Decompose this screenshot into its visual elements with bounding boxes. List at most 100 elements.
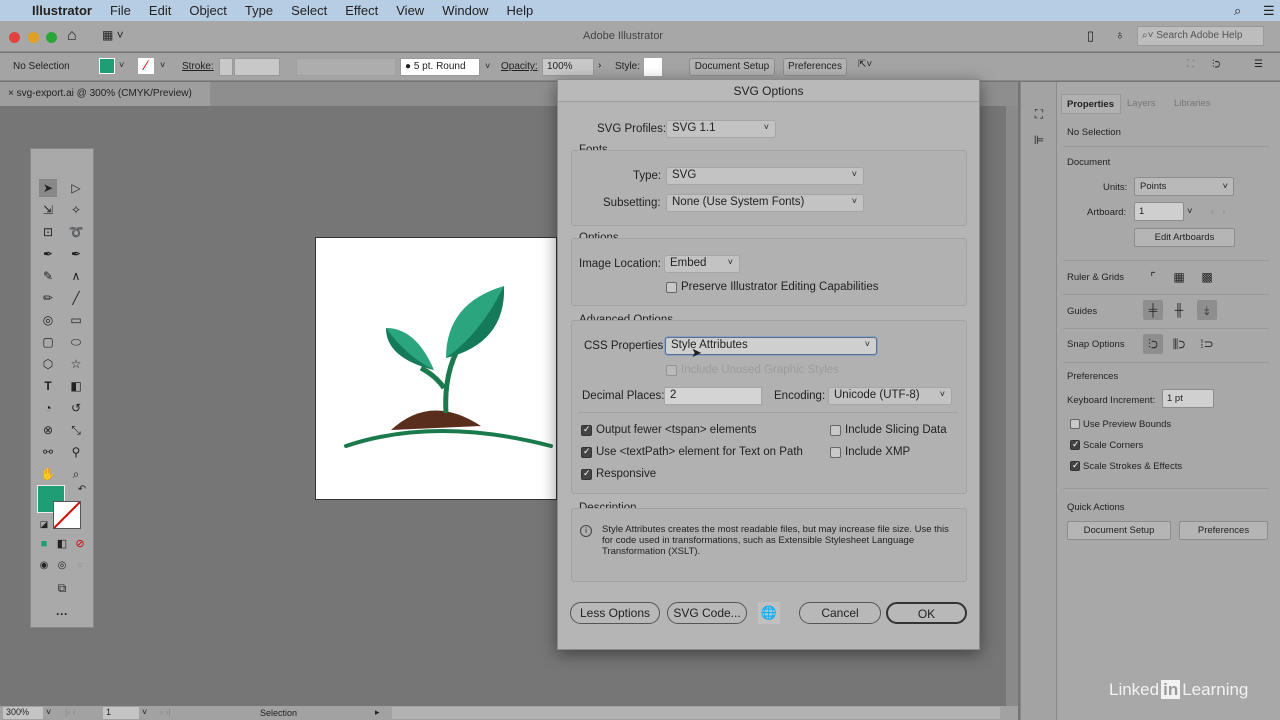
eyedropper-icon[interactable]: ⚲ [67, 443, 85, 461]
less-options-button[interactable]: Less Options [570, 602, 660, 624]
include-xmp-checkbox[interactable] [830, 447, 841, 458]
draw-inside-icon[interactable]: ○ [71, 557, 89, 575]
font-type-select[interactable]: SVG ˅ [666, 167, 864, 185]
scale-strokes-checkbox[interactable] [1070, 460, 1080, 471]
menu-edit[interactable]: Edit [149, 3, 171, 18]
graphic-style-swatch[interactable] [644, 58, 662, 76]
stroke-dropdown-chevron-icon[interactable]: ˅ [160, 60, 165, 70]
polygon-tool-icon[interactable]: ⬡ [39, 355, 57, 373]
line-tool-icon[interactable]: ╱ [67, 289, 85, 307]
menu-view[interactable]: View [396, 3, 424, 18]
stroke-label[interactable]: Stroke: [182, 61, 214, 72]
use-textpath-checkbox[interactable] [581, 446, 592, 458]
zoom-chevron-icon[interactable]: ˅ [46, 707, 51, 717]
snap-icon[interactable]: ⫶⊃ [1212, 59, 1220, 70]
panel-toggle-icon[interactable]: ▯ [1087, 28, 1094, 44]
responsive-checkbox[interactable] [581, 468, 592, 480]
svg-code-button[interactable]: SVG Code... [667, 602, 747, 624]
artboard-tool-icon[interactable]: ⊡ [39, 223, 57, 241]
home-icon[interactable]: ⌂ [67, 27, 77, 45]
menu-object[interactable]: Object [189, 3, 227, 18]
stroke-color-swatch[interactable] [53, 501, 81, 529]
smart-guides-icon[interactable]: ⤈ [1197, 300, 1217, 320]
menu-help[interactable]: Help [506, 3, 533, 18]
scale-tool-icon[interactable]: ⤡ [67, 421, 85, 439]
cancel-button[interactable]: Cancel [799, 602, 881, 624]
decimal-places-input[interactable]: 2 [664, 387, 762, 405]
fill-dropdown-chevron-icon[interactable]: ˅ [119, 60, 124, 70]
opacity-input[interactable]: 100% [542, 58, 594, 76]
rulers-icon[interactable]: ⌜ [1143, 267, 1163, 287]
blend-tool-icon[interactable]: ⚯ [39, 443, 57, 461]
direct-selection-tool-icon[interactable]: ▷ [67, 179, 85, 197]
preferences-button[interactable]: Preferences [783, 58, 847, 76]
shape-builder-icon[interactable]: ◔ [39, 399, 57, 417]
draw-behind-icon[interactable]: ◎ [53, 557, 71, 575]
magic-wand-icon[interactable]: ✧ [67, 201, 85, 219]
brush-definition-select[interactable]: ● 5 pt. Round [400, 58, 480, 76]
minimize-window-button[interactable] [28, 32, 39, 43]
control-center-icon[interactable]: ☰ [1263, 3, 1275, 19]
output-fewer-tspan-checkbox[interactable] [581, 424, 592, 436]
type-tool-icon[interactable]: T [39, 377, 57, 395]
pencil-icon[interactable]: ✏ [39, 289, 57, 307]
anchor-point-icon[interactable]: ∧ [67, 267, 85, 285]
select-similar-icon[interactable]: ⇱˅ [858, 59, 872, 70]
rounded-rectangle-icon[interactable]: ▢ [39, 333, 57, 351]
stroke-weight-stepper[interactable] [219, 58, 233, 76]
quick-document-setup-button[interactable]: Document Setup [1067, 521, 1171, 540]
opacity-arrow-icon[interactable]: › [598, 60, 601, 71]
snap-to-pixel-icon[interactable]: ⁞⊃ [1197, 334, 1217, 354]
use-preview-bounds-checkbox[interactable] [1070, 419, 1080, 429]
transform-icon[interactable]: ⛶ [1187, 59, 1194, 70]
none-mode-icon[interactable]: ⊘ [71, 535, 89, 553]
width-tool-icon[interactable]: ⊗ [39, 421, 57, 439]
rotate-tool-icon[interactable]: ↺ [67, 399, 85, 417]
pen-tool-icon[interactable]: ✒ [39, 245, 57, 263]
screen-mode-icon[interactable]: ⧉ [53, 579, 71, 597]
transparency-grid-icon[interactable]: ▩ [1197, 267, 1217, 287]
include-slicing-checkbox[interactable] [830, 425, 841, 436]
snap-to-point-icon[interactable]: ⫶⊃ [1143, 334, 1163, 354]
search-help-input[interactable]: ⌕˅ Search Adobe Help [1137, 26, 1264, 46]
status-menu-arrow-icon[interactable]: ▸ [375, 707, 380, 718]
stroke-weight-input[interactable] [234, 58, 280, 76]
close-window-button[interactable] [9, 32, 20, 43]
group-selection-icon[interactable]: ⇲ [39, 201, 57, 219]
artboard[interactable] [315, 237, 557, 500]
hand-tool-icon[interactable]: ✋ [39, 465, 57, 483]
preserve-editing-checkbox[interactable] [666, 282, 677, 293]
menu-file[interactable]: File [110, 3, 131, 18]
spotlight-search-icon[interactable]: ⌕ [1234, 3, 1241, 19]
swap-colors-icon[interactable]: ↶ [73, 481, 91, 499]
artboard-input[interactable]: 1 [1134, 202, 1184, 221]
subsetting-select[interactable]: None (Use System Fonts) ˅ [666, 194, 864, 212]
show-guides-icon[interactable]: ╪ [1143, 300, 1163, 320]
draw-normal-icon[interactable]: ◉ [35, 557, 53, 575]
default-colors-icon[interactable]: ◪ [35, 515, 53, 533]
menu-app[interactable]: Illustrator [32, 3, 92, 18]
menu-type[interactable]: Type [245, 3, 273, 18]
properties-panel-icon[interactable]: ⛶ [1029, 104, 1049, 124]
keyboard-increment-input[interactable]: 1 pt [1162, 389, 1214, 408]
curvature-tool-icon[interactable]: ✎ [39, 267, 57, 285]
rectangle-tool-icon[interactable]: ▭ [67, 311, 85, 329]
grid-icon[interactable]: ▦ [1169, 267, 1189, 287]
lightbulb-icon[interactable]: ♁ [1115, 27, 1125, 42]
selection-tool-icon[interactable]: ➤ [39, 179, 57, 197]
edit-toolbar-icon[interactable]: ··· [53, 605, 71, 623]
ok-button[interactable]: OK [886, 602, 967, 624]
document-tab[interactable]: × svg-export.ai @ 300% (CMYK/Preview) [0, 82, 210, 106]
variable-width-profile[interactable] [296, 58, 396, 76]
polar-grid-icon[interactable]: ◎ [39, 311, 57, 329]
tab-layers[interactable]: Layers [1127, 98, 1156, 109]
artboard-chevron-icon[interactable]: ˅ [142, 707, 147, 717]
previous-artboard-icon[interactable]: ‹ › [1211, 206, 1225, 217]
star-tool-icon[interactable]: ☆ [67, 355, 85, 373]
next-artboard-icon[interactable]: › ›| [160, 707, 171, 717]
color-mode-icon[interactable]: ■ [35, 535, 53, 553]
units-select[interactable]: Points ˅ [1134, 177, 1234, 196]
tab-properties[interactable]: Properties [1061, 94, 1121, 114]
close-tab-icon[interactable]: × [8, 88, 17, 99]
menu-window[interactable]: Window [442, 3, 488, 18]
